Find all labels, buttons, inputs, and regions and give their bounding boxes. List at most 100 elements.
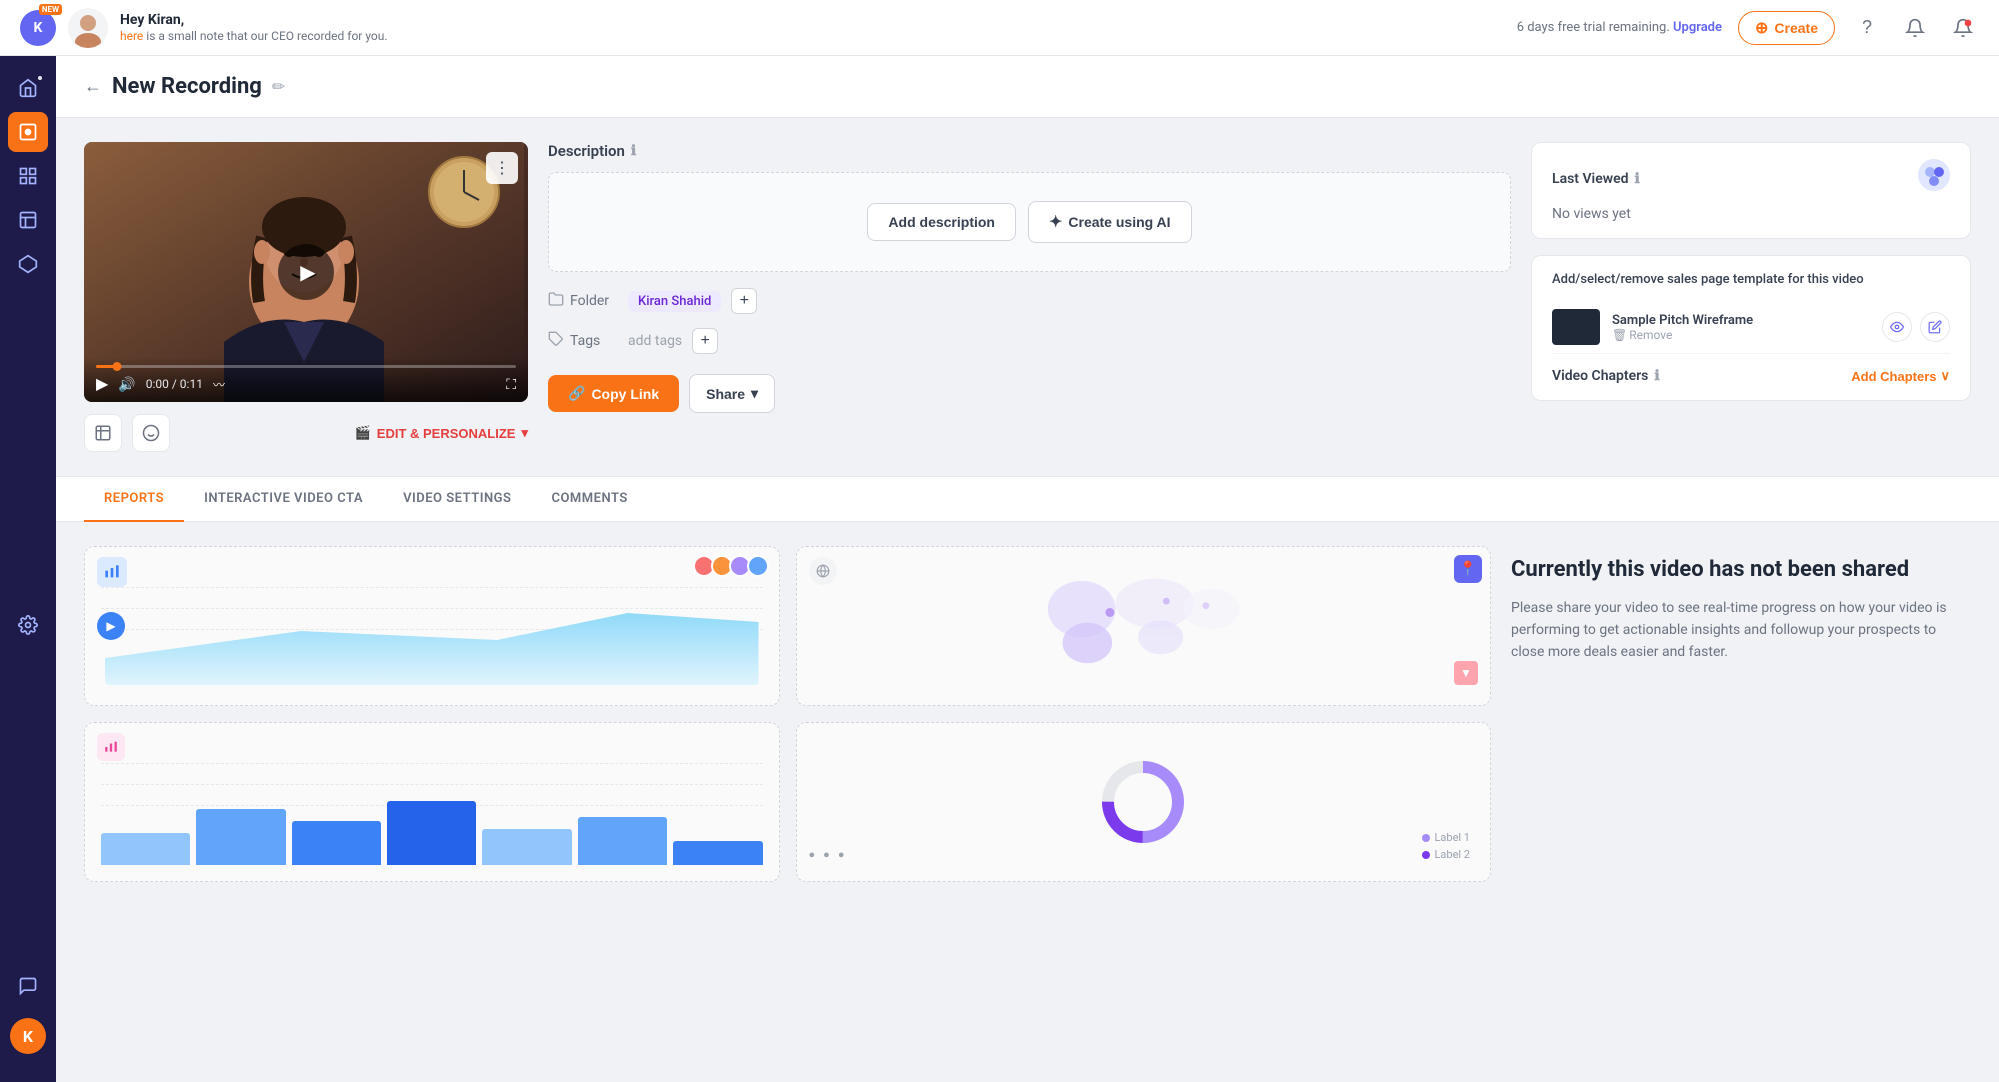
tags-row: Tags add tags + [548, 328, 1511, 354]
sidebar-item-settings[interactable] [8, 605, 48, 645]
template-row: Sample Pitch Wireframe 🗑 Remove [1552, 301, 1950, 354]
main-content: ← New Recording ✏ [56, 56, 1999, 1082]
back-button[interactable]: ← [84, 76, 102, 97]
upgrade-link[interactable]: Upgrade [1673, 20, 1722, 35]
sidebar-item-home[interactable] [8, 68, 48, 108]
face-button[interactable] [132, 414, 170, 452]
tab-comments[interactable]: COMMENTS [531, 477, 647, 522]
description-info-icon[interactable]: ℹ [631, 143, 636, 159]
bar-5 [482, 829, 571, 865]
topbar: K NEW Hey Kiran, here is a small note th… [0, 0, 1999, 56]
expand-icon: ∨ [1940, 368, 1950, 384]
template-name: Sample Pitch Wireframe [1612, 313, 1870, 328]
folder-name-tag[interactable]: Kiran Shahid [628, 291, 721, 312]
description-header: Description ℹ [548, 142, 1511, 160]
description-box: Add description ✦ Create using AI [548, 172, 1511, 272]
folder-icon [548, 291, 564, 311]
sidebar-user-avatar[interactable]: K [10, 1018, 46, 1054]
sidebar-home-dot [38, 76, 42, 80]
controls-row: ▶ 🔊 0:00 / 0:11 〰 ⛶ [96, 374, 516, 394]
link-icon: 🔗 [568, 385, 585, 402]
waveform-icon[interactable]: 〰 [213, 376, 225, 393]
chart-bar [84, 722, 780, 882]
fullscreen-button[interactable]: ⛶ [506, 376, 516, 393]
ai-btn-label: Create using AI [1068, 214, 1170, 230]
last-viewed-info-icon[interactable]: ℹ [1634, 171, 1639, 187]
topbar-greeting: Hey Kiran, here is a small note that our… [120, 12, 388, 44]
share-row: 🔗 Copy Link Share ▾ [548, 374, 1511, 413]
trial-text: 6 days free trial remaining. Upgrade [1517, 20, 1722, 35]
play-button[interactable]: ▶ [96, 374, 108, 394]
add-tag-button[interactable]: + [692, 328, 718, 354]
video-controls: ▶ 🔊 0:00 / 0:11 〰 ⛶ [84, 357, 528, 402]
sidebar-item-integrations[interactable] [8, 244, 48, 284]
sidebar-item-recordings[interactable] [8, 112, 48, 152]
sidebar-item-chat[interactable] [8, 966, 48, 1006]
create-button[interactable]: ⊕ Create [1738, 11, 1835, 45]
last-viewed-title: Last Viewed ℹ [1552, 171, 1640, 187]
view-template-button[interactable] [1882, 312, 1912, 342]
template-thumbnail [1552, 309, 1600, 345]
trash-icon: 🗑 [1612, 328, 1627, 342]
sidebar-item-pages[interactable] [8, 200, 48, 240]
not-shared-title: Currently this video has not been shared [1511, 556, 1971, 585]
add-description-button[interactable]: Add description [867, 203, 1016, 241]
world-map-svg [797, 547, 1491, 705]
greeting-name: Hey Kiran, [120, 12, 388, 28]
tabs-bar: REPORTS INTERACTIVE VIDEO CTA VIDEO SETT… [56, 476, 1999, 522]
progress-bar[interactable] [96, 365, 516, 368]
folder-label: Folder [548, 291, 618, 311]
no-views-text: No views yet [1552, 206, 1950, 222]
edit-personalize-label: EDIT & PERSONALIZE [377, 426, 516, 441]
bar-6 [578, 817, 667, 865]
help-button[interactable]: ? [1851, 12, 1883, 44]
ai-create-button[interactable]: ✦ Create using AI [1028, 201, 1192, 243]
edit-personalize-button[interactable]: 🎬 EDIT & PERSONALIZE ▾ [355, 425, 528, 441]
copy-link-button[interactable]: 🔗 Copy Link [548, 375, 679, 412]
page-header: ← New Recording ✏ [56, 56, 1999, 118]
chart-donut: ●●● Label 1 Label 2 [796, 722, 1492, 882]
chart-icon-1 [97, 557, 127, 587]
add-chapters-button[interactable]: Add Chapters ∨ [1851, 368, 1950, 384]
chapters-label: Video Chapters ℹ [1552, 368, 1660, 384]
chapters-row: Video Chapters ℹ Add Chapters ∨ [1552, 354, 1950, 384]
copy-link-label: Copy Link [591, 386, 659, 402]
greeting-note: here is a small note that our CEO record… [120, 29, 388, 43]
add-tags-placeholder[interactable]: add tags [628, 333, 682, 349]
alerts-button[interactable] [1947, 12, 1979, 44]
bar-4 [387, 801, 476, 865]
volume-button[interactable]: 🔊 [118, 376, 135, 393]
tag-icon [548, 331, 564, 351]
video-menu-button[interactable]: ⋮ [486, 152, 518, 184]
page-title: New Recording [112, 74, 262, 99]
donut-chart-svg [1098, 757, 1188, 847]
user-avatar[interactable]: K [20, 10, 56, 46]
edit-template-button[interactable] [1920, 312, 1950, 342]
notifications-button[interactable] [1899, 12, 1931, 44]
chapters-info-icon[interactable]: ℹ [1654, 368, 1659, 384]
topbar-user-icon [68, 8, 108, 48]
topbar-left: K NEW Hey Kiran, here is a small note th… [20, 8, 388, 48]
right-panel: Last Viewed ℹ No views yet Add/select/re… [1531, 142, 1971, 452]
play-badge: ▶ [97, 612, 125, 640]
tab-cta[interactable]: INTERACTIVE VIDEO CTA [184, 477, 383, 522]
greeting-link[interactable]: here [120, 29, 143, 43]
user-avatar-wrapper[interactable]: K NEW [20, 10, 56, 46]
app-layout: K ← New Recording ✏ [0, 56, 1999, 1082]
share-button[interactable]: Share ▾ [689, 374, 775, 413]
screenshot-button[interactable] [84, 414, 122, 452]
add-chapters-label: Add Chapters [1851, 369, 1936, 384]
sidebar-item-analytics[interactable] [8, 156, 48, 196]
create-label: Create [1774, 20, 1818, 36]
video-actions: 🎬 EDIT & PERSONALIZE ▾ [84, 414, 528, 452]
template-info: Sample Pitch Wireframe 🗑 Remove [1612, 313, 1870, 342]
video-play-button[interactable] [278, 244, 334, 300]
tab-settings[interactable]: VIDEO SETTINGS [383, 477, 531, 522]
edit-title-icon[interactable]: ✏ [272, 77, 285, 96]
tab-reports[interactable]: REPORTS [84, 477, 184, 522]
add-folder-button[interactable]: + [731, 288, 757, 314]
description-panel: Description ℹ Add description ✦ Create u… [548, 142, 1511, 452]
last-viewed-header: Last Viewed ℹ [1552, 159, 1950, 198]
template-remove-button[interactable]: 🗑 Remove [1612, 328, 1870, 342]
bar-7 [673, 841, 762, 865]
